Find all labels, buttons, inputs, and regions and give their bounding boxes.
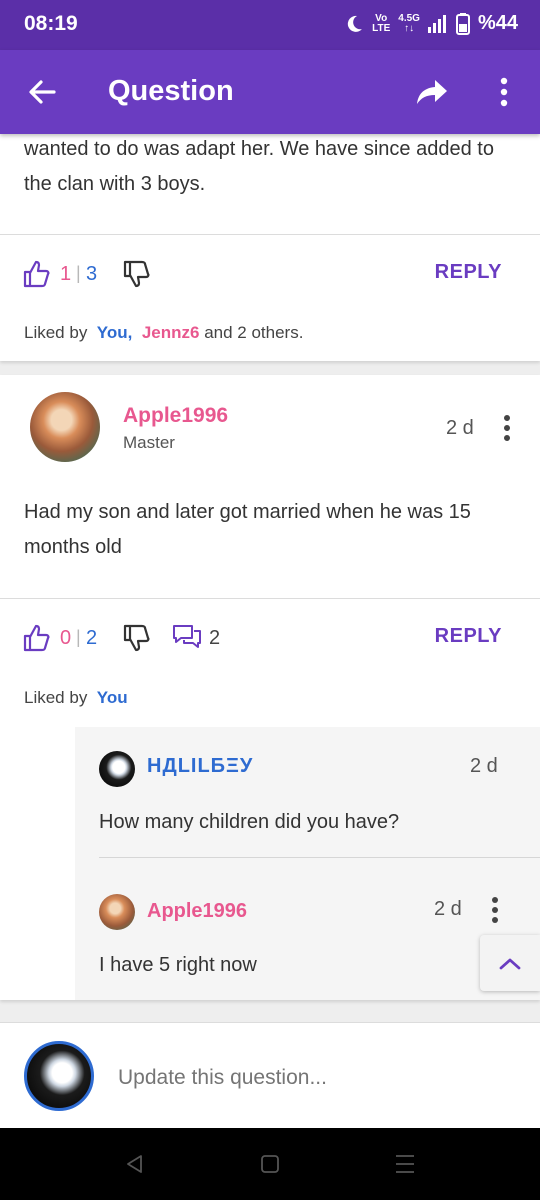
liked-by: Liked by You	[24, 688, 128, 707]
battery-percent: %44	[477, 12, 518, 34]
reply-button[interactable]: REPLY	[435, 625, 502, 648]
answer-text: Had my son and later got married when he…	[24, 501, 471, 558]
reply-text: How many children did you have?	[99, 811, 400, 833]
liked-by: Liked by You, Jennz6 and 2 others.	[24, 323, 304, 342]
avatar[interactable]	[99, 751, 135, 787]
reply-button[interactable]: REPLY	[435, 261, 502, 284]
comment-count: 2	[209, 627, 221, 649]
more-vert-icon[interactable]	[489, 897, 501, 925]
update-question-input[interactable]	[118, 1066, 518, 1090]
network-indicator: Vo LTE	[372, 12, 391, 34]
like-count: 1	[60, 263, 72, 285]
recents-icon[interactable]	[393, 1152, 417, 1176]
share-icon[interactable]	[414, 74, 450, 110]
user-rank: Master	[123, 433, 175, 452]
more-vert-icon[interactable]	[501, 415, 513, 443]
divider	[0, 598, 540, 599]
username[interactable]: Apple1996	[123, 404, 228, 428]
more-vert-icon[interactable]	[488, 74, 520, 110]
back-arrow-icon[interactable]	[24, 74, 60, 110]
page-title: Question	[108, 75, 234, 107]
reply-timestamp: 2 d	[470, 755, 498, 777]
thumbs-down-icon[interactable]	[122, 259, 150, 289]
total-count: 2	[86, 627, 98, 649]
thumbs-up-icon[interactable]	[22, 259, 50, 289]
chevron-up-icon	[499, 958, 521, 970]
answer-text: wanted to do was adapt her. We have sinc…	[24, 138, 494, 195]
reply-timestamp: 2 d	[434, 898, 462, 920]
action-row: 0 | 2 2 REPLY	[0, 619, 540, 659]
reply-username[interactable]: НДLILБΞУ	[147, 755, 253, 778]
divider	[99, 857, 540, 858]
scroll-top-button[interactable]	[480, 935, 540, 991]
app-bar: Question	[0, 50, 540, 134]
answer-card: wanted to do was adapt her. We have sinc…	[0, 134, 540, 361]
timestamp: 2 d	[446, 417, 474, 439]
reply-thread: НДLILБΞУ 2 d How many children did you h…	[75, 727, 540, 1000]
divider	[0, 234, 540, 235]
total-count: 3	[86, 263, 98, 285]
reply-text: I have 5 right now	[99, 954, 257, 976]
liked-by-user[interactable]: You,	[97, 323, 133, 342]
back-icon[interactable]	[123, 1152, 147, 1176]
compose-bar	[0, 1022, 540, 1128]
status-bar: 08:19 Vo LTE 4.5G ↑↓ %44	[0, 0, 540, 50]
action-row: 1 | 3 REPLY	[0, 255, 540, 295]
status-icons: Vo LTE 4.5G ↑↓ %44	[344, 12, 518, 35]
avatar[interactable]	[99, 894, 135, 930]
moon-icon	[347, 15, 363, 32]
count-separator: |	[76, 627, 81, 647]
liked-by-user[interactable]: Jennz6	[142, 323, 200, 342]
like-count: 0	[60, 627, 72, 649]
system-nav-bar	[0, 1128, 540, 1200]
avatar[interactable]	[30, 392, 100, 462]
battery-icon	[455, 12, 470, 35]
thumbs-up-icon[interactable]	[22, 623, 50, 653]
status-time: 08:19	[24, 12, 78, 35]
avatar	[24, 1041, 94, 1111]
comment-icon[interactable]	[172, 623, 202, 651]
home-icon[interactable]	[258, 1152, 282, 1176]
network-gen-indicator: 4.5G ↑↓	[398, 12, 420, 34]
signal-icon	[427, 14, 446, 33]
reply-username[interactable]: Apple1996	[147, 900, 247, 923]
answer-card: Apple1996 Master 2 d Had my son and late…	[0, 375, 540, 1000]
liked-by-user[interactable]: You	[97, 688, 128, 707]
count-separator: |	[76, 263, 81, 283]
thumbs-down-icon[interactable]	[122, 623, 150, 653]
